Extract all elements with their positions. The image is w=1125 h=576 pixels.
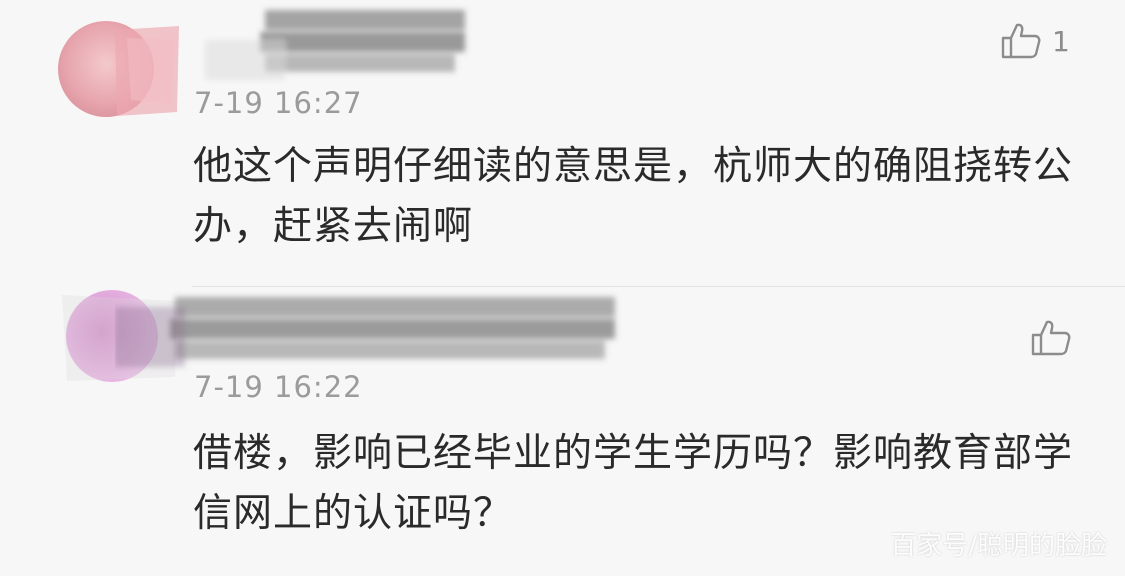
thumb-up-icon xyxy=(1001,23,1041,59)
like-button[interactable]: 1 xyxy=(1000,22,1070,60)
like-count: 1 xyxy=(1052,24,1070,58)
comment-text: 他这个声明仔细读的意思是，杭师大的确阻挠转公办，赶紧去闹啊 xyxy=(193,144,1074,249)
username-redacted[interactable] xyxy=(115,0,475,90)
comment-item: 7-19 16:27 1 他这个声明仔细读的意思是，杭师大的确阻挠转公办，赶紧去… xyxy=(0,0,1125,287)
thumb-up-icon xyxy=(1031,320,1071,356)
comment-timestamp: 7-19 16:27 xyxy=(194,86,363,120)
like-button[interactable] xyxy=(1030,319,1072,357)
username-redacted[interactable] xyxy=(115,287,635,377)
watermark: 百家号/聪明的脸脸 xyxy=(890,531,1107,561)
comment-timestamp: 7-19 16:22 xyxy=(194,370,363,404)
